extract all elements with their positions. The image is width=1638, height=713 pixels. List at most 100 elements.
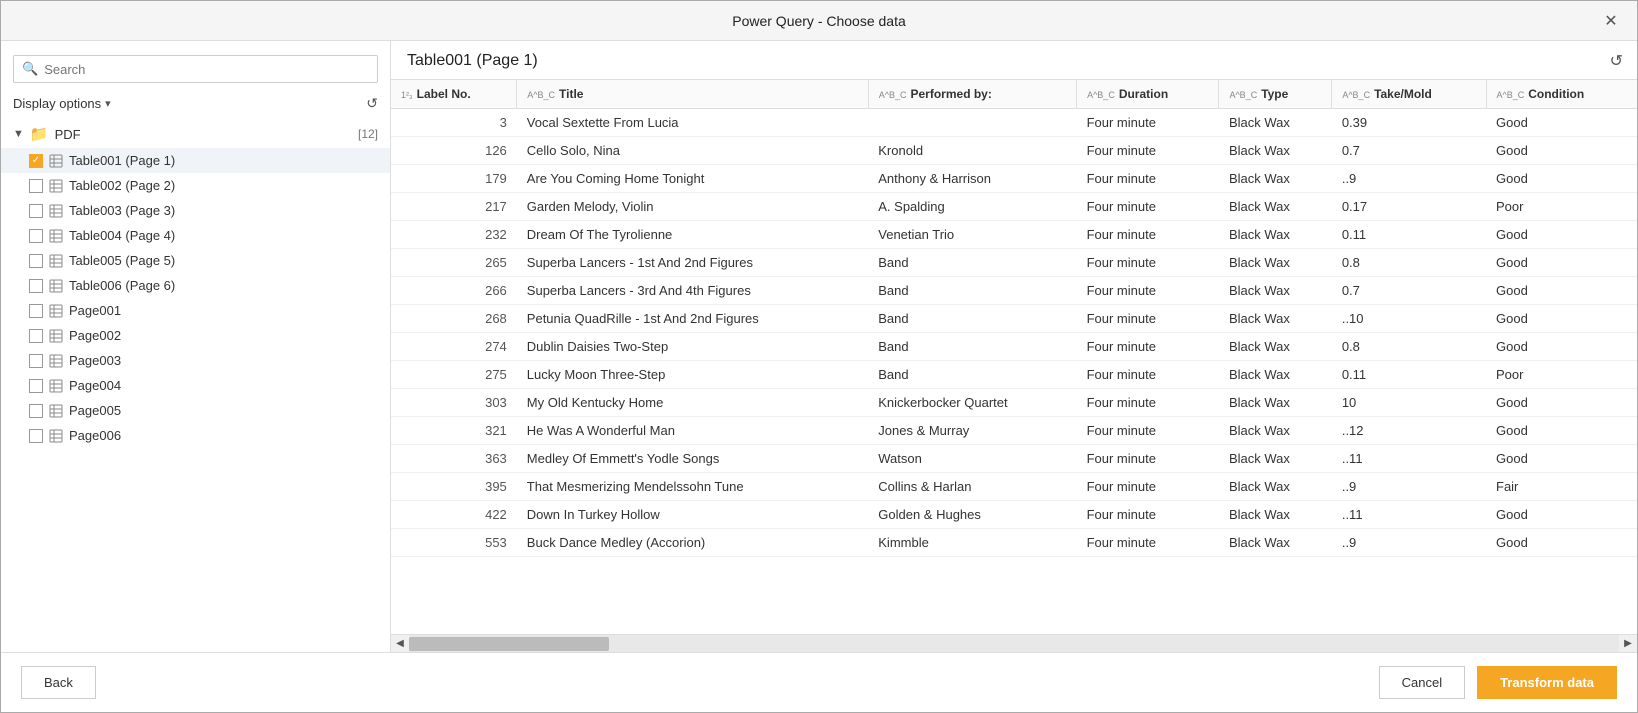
tree-item-4[interactable]: Table005 (Page 5): [1, 248, 390, 273]
cell-8-0: 274: [391, 333, 517, 361]
tree-item-5[interactable]: Table006 (Page 6): [1, 273, 390, 298]
table-icon-10: [49, 404, 63, 418]
cell-12-2: Watson: [868, 445, 1076, 473]
cell-1-2: Kronold: [868, 137, 1076, 165]
checkbox-8[interactable]: [29, 354, 43, 368]
table-row-11: 321He Was A Wonderful ManJones & MurrayF…: [391, 417, 1637, 445]
tree-item-11[interactable]: Page006: [1, 423, 390, 448]
cell-7-2: Band: [868, 305, 1076, 333]
cell-2-6: Good: [1486, 165, 1637, 193]
col-type-icon-6: A^B_C: [1497, 90, 1525, 100]
cell-9-1: Lucky Moon Three-Step: [517, 361, 868, 389]
cell-7-5: ..10: [1332, 305, 1486, 333]
table-icon-9: [49, 379, 63, 393]
checkbox-4[interactable]: [29, 254, 43, 268]
tree-item-9[interactable]: Page004: [1, 373, 390, 398]
search-input[interactable]: [44, 62, 369, 77]
display-options-button[interactable]: Display options ▾: [13, 96, 111, 111]
tree-item-0[interactable]: Table001 (Page 1): [1, 148, 390, 173]
cell-2-2: Anthony & Harrison: [868, 165, 1076, 193]
checkbox-1[interactable]: [29, 179, 43, 193]
cell-12-5: ..11: [1332, 445, 1486, 473]
table-row-9: 275Lucky Moon Three-StepBandFour minuteB…: [391, 361, 1637, 389]
cell-12-6: Good: [1486, 445, 1637, 473]
tree-item-6[interactable]: Page001: [1, 298, 390, 323]
cell-1-6: Good: [1486, 137, 1637, 165]
tree-item-3[interactable]: Table004 (Page 4): [1, 223, 390, 248]
folder-pdf[interactable]: ▼ 📁 PDF [12]: [1, 120, 390, 148]
cell-4-6: Good: [1486, 221, 1637, 249]
tree-item-7[interactable]: Page002: [1, 323, 390, 348]
close-button[interactable]: ✕: [1597, 7, 1625, 35]
refresh-icon[interactable]: ↺: [366, 95, 378, 112]
tree-item-10[interactable]: Page005: [1, 398, 390, 423]
data-table: 1²₃Label No.A^B_CTitleA^B_CPerformed by:…: [391, 80, 1637, 557]
checkbox-11[interactable]: [29, 429, 43, 443]
col-type-icon-4: A^B_C: [1229, 90, 1257, 100]
cell-8-4: Black Wax: [1219, 333, 1332, 361]
cell-13-3: Four minute: [1077, 473, 1219, 501]
cancel-button[interactable]: Cancel: [1379, 666, 1465, 699]
tree-item-8[interactable]: Page003: [1, 348, 390, 373]
cell-5-3: Four minute: [1077, 249, 1219, 277]
tree-item-1[interactable]: Table002 (Page 2): [1, 173, 390, 198]
checkbox-5[interactable]: [29, 279, 43, 293]
search-icon: 🔍: [22, 61, 38, 77]
folder-count: [12]: [358, 127, 378, 141]
checkbox-6[interactable]: [29, 304, 43, 318]
checkbox-7[interactable]: [29, 329, 43, 343]
scroll-track[interactable]: [409, 635, 1619, 652]
cell-12-0: 363: [391, 445, 517, 473]
table-row-13: 395That Mesmerizing Mendelssohn TuneColl…: [391, 473, 1637, 501]
cell-12-3: Four minute: [1077, 445, 1219, 473]
checkbox-3[interactable]: [29, 229, 43, 243]
refresh-table-icon[interactable]: ↺: [1610, 51, 1623, 71]
col-header-3: A^B_CDuration: [1077, 80, 1219, 109]
item-label-1: Table002 (Page 2): [69, 178, 175, 193]
table-icon-3: [49, 229, 63, 243]
checkbox-0[interactable]: [29, 154, 43, 168]
back-button[interactable]: Back: [21, 666, 96, 699]
cell-3-1: Garden Melody, Violin: [517, 193, 868, 221]
item-label-2: Table003 (Page 3): [69, 203, 175, 218]
checkbox-10[interactable]: [29, 404, 43, 418]
cell-11-4: Black Wax: [1219, 417, 1332, 445]
tree-item-2[interactable]: Table003 (Page 3): [1, 198, 390, 223]
cell-9-4: Black Wax: [1219, 361, 1332, 389]
cell-14-6: Good: [1486, 501, 1637, 529]
dialog-title: Power Query - Choose data: [732, 13, 906, 29]
scroll-left-button[interactable]: ◀: [391, 635, 409, 653]
col-header-4: A^B_CType: [1219, 80, 1332, 109]
cell-14-3: Four minute: [1077, 501, 1219, 529]
scroll-thumb[interactable]: [409, 637, 609, 651]
cell-7-6: Good: [1486, 305, 1637, 333]
scroll-right-button[interactable]: ▶: [1619, 635, 1637, 653]
checkbox-2[interactable]: [29, 204, 43, 218]
cell-11-6: Good: [1486, 417, 1637, 445]
cell-15-1: Buck Dance Medley (Accorion): [517, 529, 868, 557]
cell-8-3: Four minute: [1077, 333, 1219, 361]
table-icon-7: [49, 329, 63, 343]
data-table-wrapper[interactable]: 1²₃Label No.A^B_CTitleA^B_CPerformed by:…: [391, 79, 1637, 634]
cell-5-1: Superba Lancers - 1st And 2nd Figures: [517, 249, 868, 277]
cell-8-1: Dublin Daisies Two-Step: [517, 333, 868, 361]
cell-11-0: 321: [391, 417, 517, 445]
table-title: Table001 (Page 1): [407, 52, 538, 70]
transform-button[interactable]: Transform data: [1477, 666, 1617, 699]
item-label-9: Page004: [69, 378, 121, 393]
table-row-2: 179Are You Coming Home TonightAnthony & …: [391, 165, 1637, 193]
cell-7-3: Four minute: [1077, 305, 1219, 333]
cell-2-3: Four minute: [1077, 165, 1219, 193]
cell-10-0: 303: [391, 389, 517, 417]
cell-11-3: Four minute: [1077, 417, 1219, 445]
horizontal-scrollbar[interactable]: ◀ ▶: [391, 634, 1637, 652]
checkbox-9[interactable]: [29, 379, 43, 393]
cell-10-2: Knickerbocker Quartet: [868, 389, 1076, 417]
right-panel: Table001 (Page 1) ↺ 1²₃Label No.A^B_CTit…: [391, 41, 1637, 652]
col-type-icon-1: A^B_C: [527, 90, 555, 100]
table-title-row: Table001 (Page 1) ↺: [391, 51, 1637, 79]
footer: Back Cancel Transform data: [1, 652, 1637, 712]
table-icon-11: [49, 429, 63, 443]
cell-0-3: Four minute: [1077, 109, 1219, 137]
table-row-8: 274Dublin Daisies Two-StepBandFour minut…: [391, 333, 1637, 361]
